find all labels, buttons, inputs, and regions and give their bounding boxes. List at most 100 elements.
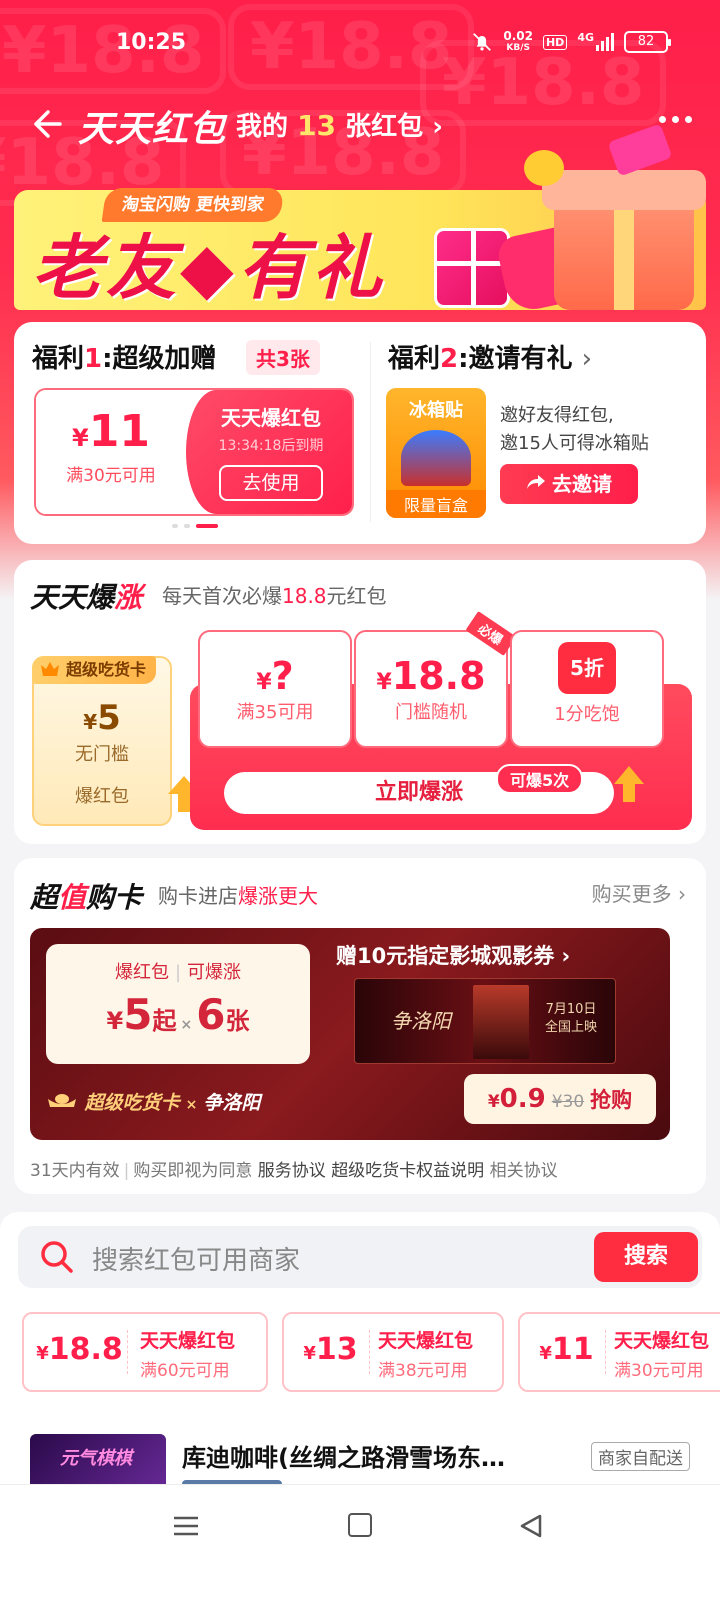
foodie-card-coupon[interactable]: 超级吃货卡 ¥5 无门槛 爆红包 [32,656,172,826]
card-price-value: 0.9 [499,1084,546,1114]
gift-icon [434,228,510,308]
foodie-amount-value: 5 [97,698,121,738]
super-value-panel[interactable]: 爆红包 | 可爆涨 ¥5起 ×6张 赠10元指定影城观影券 › 争洛阳 7月10日 全… [30,928,670,1140]
chevron-right-icon: › [581,344,592,374]
menu-icon[interactable] [172,1515,200,1537]
card-brand: 超级吃货卡 × 争洛阳 [46,1088,260,1115]
terms-validity: 31天内有效 [30,1161,120,1181]
boom-item-condition: 门槛随机 [395,702,467,723]
net-speed-unit: KB/S [506,43,530,53]
card-brand-movie: 争洛阳 [203,1092,261,1114]
card-info-line-1: 爆红包 | 可爆涨 [46,958,310,984]
service-agreement-link[interactable]: 服务协议 [258,1161,326,1181]
foodie-label: 爆红包 [75,786,129,807]
share-arrow-icon [526,464,546,504]
welfare-2-prefix: 福利 [388,344,441,374]
mini-coupon-amount: ¥18.8 [32,1330,128,1374]
mini-coupon-name: 天天爆红包 [378,1330,474,1352]
card-info-a: 爆红包 [114,962,169,983]
foodie-currency: ¥ [83,710,98,734]
foodie-tag-label: 超级吃货卡 [66,660,147,679]
super-bonus-coupon[interactable]: ¥11 满30元可用 天天爆红包 13:34:18后到期 去使用 [34,388,354,516]
carousel-dots [172,524,218,528]
my-packets-count: 13 [297,109,337,142]
boom-times-badge: 可爆5次 [496,764,584,794]
mini-coupon-amount: ¥13 [292,1330,370,1374]
invite-description: 邀好友得红包, 邀15人可得冰箱贴 [500,402,649,458]
mini-coupon-condition: 满38元可用 [378,1361,468,1381]
foodie-amount: ¥5 [34,698,170,738]
movie-gift-link[interactable]: 赠10元指定影城观影券 › [336,940,570,970]
card-terms: 31天内有效 | 购买即视为同意 服务协议 超级吃货卡权益说明 相关协议 [30,1161,558,1181]
back-triangle-icon[interactable] [518,1513,544,1539]
coupon-condition: 满30元可用 [66,466,156,486]
fridge-magnet-image[interactable]: 冰箱贴 限量盲盒 [386,388,486,518]
mini-coupon-amount: ¥11 [528,1330,606,1374]
status-icons: 0.02 KB/S HD 4G 82 [471,30,671,54]
mini-coupon-value: 18.8 [48,1332,123,1367]
mini-coupon-value: 13 [315,1332,358,1367]
card-info-from: 5 [123,990,153,1039]
banner-tag: 淘宝闪购 更快到家 [101,188,285,222]
status-time: 10:25 [116,30,187,55]
banner-title: 老友◆有礼 [32,227,386,309]
my-packets-suffix: 张红包 [345,112,424,142]
card-info-from-suffix: 起 [152,1007,177,1035]
fridge-bottom: 限量盲盒 [386,490,486,518]
search-button[interactable]: 搜索 [594,1232,698,1282]
invite-button[interactable]: 去邀请 [500,464,638,504]
movie-date-l2: 全国上映 [544,1020,597,1035]
card-info-count-suffix: 张 [225,1007,250,1035]
movie-art [473,985,529,1059]
mini-coupon[interactable]: ¥11 天天爆红包 满30元可用 [518,1312,720,1392]
svc-sub-b: 爆涨更大 [238,884,318,908]
welfare-2-label: :邀请有礼 [458,344,573,374]
use-coupon-button[interactable]: 去使用 [219,465,323,501]
mini-coupon-currency: ¥ [539,1343,552,1364]
merchant-search-section: 搜索红包可用商家 搜索 ¥18.8 天天爆红包 满60元可用 ¥13 天天爆红包… [0,1212,720,1502]
network-type: 4G [577,30,594,44]
promo-banner[interactable]: 淘宝闪购 更快到家 老友◆有礼 [14,123,706,315]
movie-date-l1: 7月10日 [545,1002,597,1017]
foodie-tag: 超级吃货卡 [32,656,157,684]
crown-icon [41,662,59,676]
bell-muted-icon [473,33,492,51]
coupon-value: ¥11 满30元可用 [36,390,186,514]
card-info-count: 6 [196,990,226,1039]
card-buy-label: 抢购 [590,1088,633,1112]
card-brand-x: × [185,1097,198,1113]
mini-coupon[interactable]: ¥13 天天爆红包 满38元可用 [282,1312,504,1392]
delivery-tag: 商家自配送 [591,1442,690,1471]
buy-card-button[interactable]: ¥0.9 ¥30 抢购 [464,1074,656,1124]
super-value-subtitle: 购卡进店爆涨更大 [158,880,318,909]
search-input[interactable]: 搜索红包可用商家 搜索 [18,1226,702,1288]
welfare-1-count: 共3张 [246,340,320,375]
welfare-2-num: 2 [440,344,459,374]
home-icon[interactable] [348,1513,372,1537]
boom-item-condition: 满35可用 [236,702,314,723]
coupon-amount-value: 11 [88,406,150,457]
must-boom-ribbon: 必爆 [465,611,517,656]
back-arrow-icon[interactable] [28,106,64,142]
related-agreement-link[interactable]: 相关协议 [490,1161,558,1181]
mini-coupon[interactable]: ¥18.8 天天爆红包 满60元可用 [22,1312,268,1392]
my-packets-link[interactable]: 我的 13 张红包 › [236,106,443,143]
fridge-title: 冰箱贴 [409,400,463,421]
svc-logo-c: 购卡 [86,881,143,914]
card-info-x: × [180,1017,193,1033]
more-menu-icon[interactable] [659,116,692,123]
welfare-1-label: :超级加赠 [102,344,217,374]
welfare-2-title[interactable]: 福利2:邀请有礼 › [388,338,592,375]
search-placeholder: 搜索红包可用商家 [92,1246,301,1276]
card-rights-link[interactable]: 超级吃货卡权益说明 [331,1161,484,1181]
daily-logo-a: 天天爆 [30,581,115,614]
status-bar: 10:25 0.02 KB/S HD 4G 82 [0,0,720,86]
card-info-line-2: ¥5起 ×6张 [46,990,310,1039]
boom-item-discount[interactable]: 5折 1分吃饱 [510,630,664,748]
boom-item-mystery[interactable]: ¥? 满35可用 [198,630,352,748]
daily-sub-a: 每天首次必爆 [162,584,282,608]
daily-boom-subtitle: 每天首次必爆18.8元红包 [162,580,387,609]
coupon-name: 天天爆红包 [221,406,321,430]
boom-item-must[interactable]: 必爆 ¥18.8 门槛随机 [354,611,517,748]
buy-more-link[interactable]: 购买更多 › [592,878,686,907]
